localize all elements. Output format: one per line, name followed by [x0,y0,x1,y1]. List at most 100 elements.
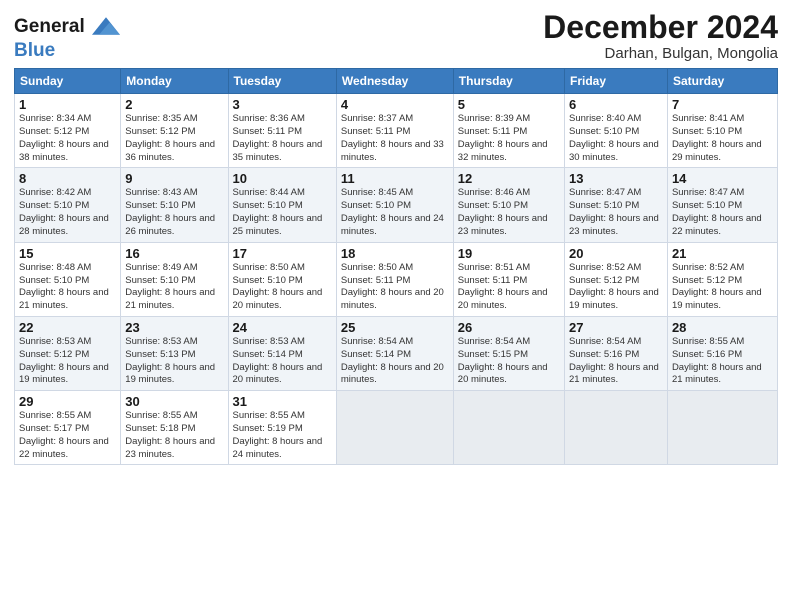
sunset-label: Sunset: 5:10 PM [125,275,195,286]
calendar-cell [565,391,668,465]
daylight-label: Daylight: 8 hours and 32 minutes. [458,139,548,163]
sunrise-label: Sunrise: 8:50 AM [233,262,305,273]
day-number: 31 [233,394,332,409]
day-info: Sunrise: 8:41 AM Sunset: 5:10 PM Dayligh… [672,113,773,164]
header: General Blue December 2024 Darhan, Bulga… [14,10,778,62]
month-title: December 2024 [543,10,778,45]
calendar-cell: 15 Sunrise: 8:48 AM Sunset: 5:10 PM Dayl… [15,242,121,316]
calendar-cell: 1 Sunrise: 8:34 AM Sunset: 5:12 PM Dayli… [15,94,121,168]
calendar-cell: 27 Sunrise: 8:54 AM Sunset: 5:16 PM Dayl… [565,316,668,390]
sunrise-label: Sunrise: 8:48 AM [19,262,91,273]
sunset-label: Sunset: 5:11 PM [458,126,528,137]
day-info: Sunrise: 8:45 AM Sunset: 5:10 PM Dayligh… [341,187,449,238]
sunrise-label: Sunrise: 8:44 AM [233,187,305,198]
calendar-cell: 2 Sunrise: 8:35 AM Sunset: 5:12 PM Dayli… [121,94,228,168]
sunrise-label: Sunrise: 8:52 AM [672,262,744,273]
daylight-label: Daylight: 8 hours and 22 minutes. [19,436,109,460]
day-number: 6 [569,97,663,112]
day-info: Sunrise: 8:37 AM Sunset: 5:11 PM Dayligh… [341,113,449,164]
sunrise-label: Sunrise: 8:55 AM [672,336,744,347]
daylight-label: Daylight: 8 hours and 26 minutes. [125,213,215,237]
day-number: 24 [233,320,332,335]
sunrise-label: Sunrise: 8:53 AM [233,336,305,347]
sunrise-label: Sunrise: 8:39 AM [458,113,530,124]
day-number: 21 [672,246,773,261]
day-info: Sunrise: 8:50 AM Sunset: 5:10 PM Dayligh… [233,262,332,313]
sunrise-label: Sunrise: 8:41 AM [672,113,744,124]
day-info: Sunrise: 8:54 AM Sunset: 5:14 PM Dayligh… [341,336,449,387]
page-container: General Blue December 2024 Darhan, Bulga… [0,0,792,475]
sunrise-label: Sunrise: 8:54 AM [569,336,641,347]
calendar-cell: 14 Sunrise: 8:47 AM Sunset: 5:10 PM Dayl… [667,168,777,242]
sunset-label: Sunset: 5:19 PM [233,423,303,434]
sunrise-label: Sunrise: 8:36 AM [233,113,305,124]
calendar-cell: 3 Sunrise: 8:36 AM Sunset: 5:11 PM Dayli… [228,94,336,168]
day-number: 7 [672,97,773,112]
day-info: Sunrise: 8:50 AM Sunset: 5:11 PM Dayligh… [341,262,449,313]
day-number: 25 [341,320,449,335]
day-number: 22 [19,320,116,335]
day-info: Sunrise: 8:55 AM Sunset: 5:16 PM Dayligh… [672,336,773,387]
calendar-cell: 5 Sunrise: 8:39 AM Sunset: 5:11 PM Dayli… [453,94,564,168]
sunset-label: Sunset: 5:13 PM [125,349,195,360]
location-subtitle: Darhan, Bulgan, Mongolia [543,45,778,62]
calendar-cell: 24 Sunrise: 8:53 AM Sunset: 5:14 PM Dayl… [228,316,336,390]
sunset-label: Sunset: 5:18 PM [125,423,195,434]
logo: General Blue [14,14,120,62]
calendar-cell: 26 Sunrise: 8:54 AM Sunset: 5:15 PM Dayl… [453,316,564,390]
calendar-cell: 31 Sunrise: 8:55 AM Sunset: 5:19 PM Dayl… [228,391,336,465]
day-number: 30 [125,394,223,409]
sunset-label: Sunset: 5:11 PM [233,126,303,137]
day-number: 19 [458,246,560,261]
sunrise-label: Sunrise: 8:47 AM [569,187,641,198]
daylight-label: Daylight: 8 hours and 24 minutes. [341,213,444,237]
calendar-cell: 10 Sunrise: 8:44 AM Sunset: 5:10 PM Dayl… [228,168,336,242]
daylight-label: Daylight: 8 hours and 20 minutes. [233,362,323,386]
col-tuesday: Tuesday [228,69,336,94]
logo-text: General [14,14,120,40]
daylight-label: Daylight: 8 hours and 23 minutes. [125,436,215,460]
day-info: Sunrise: 8:53 AM Sunset: 5:12 PM Dayligh… [19,336,116,387]
daylight-label: Daylight: 8 hours and 20 minutes. [341,362,444,386]
title-block: December 2024 Darhan, Bulgan, Mongolia [543,10,778,62]
sunset-label: Sunset: 5:14 PM [341,349,411,360]
calendar-cell: 20 Sunrise: 8:52 AM Sunset: 5:12 PM Dayl… [565,242,668,316]
sunrise-label: Sunrise: 8:52 AM [569,262,641,273]
sunset-label: Sunset: 5:10 PM [672,126,742,137]
calendar-cell: 23 Sunrise: 8:53 AM Sunset: 5:13 PM Dayl… [121,316,228,390]
sunset-label: Sunset: 5:11 PM [458,275,528,286]
sunrise-label: Sunrise: 8:45 AM [341,187,413,198]
day-info: Sunrise: 8:46 AM Sunset: 5:10 PM Dayligh… [458,187,560,238]
sunrise-label: Sunrise: 8:53 AM [19,336,91,347]
sunrise-label: Sunrise: 8:49 AM [125,262,197,273]
sunset-label: Sunset: 5:10 PM [672,200,742,211]
calendar-cell: 22 Sunrise: 8:53 AM Sunset: 5:12 PM Dayl… [15,316,121,390]
daylight-label: Daylight: 8 hours and 19 minutes. [672,287,762,311]
day-info: Sunrise: 8:52 AM Sunset: 5:12 PM Dayligh… [569,262,663,313]
calendar-cell: 17 Sunrise: 8:50 AM Sunset: 5:10 PM Dayl… [228,242,336,316]
calendar-cell [453,391,564,465]
calendar-table: Sunday Monday Tuesday Wednesday Thursday… [14,68,778,465]
daylight-label: Daylight: 8 hours and 28 minutes. [19,213,109,237]
sunset-label: Sunset: 5:11 PM [341,275,411,286]
col-wednesday: Wednesday [336,69,453,94]
col-saturday: Saturday [667,69,777,94]
sunset-label: Sunset: 5:12 PM [19,349,89,360]
day-info: Sunrise: 8:51 AM Sunset: 5:11 PM Dayligh… [458,262,560,313]
calendar-cell: 7 Sunrise: 8:41 AM Sunset: 5:10 PM Dayli… [667,94,777,168]
sunset-label: Sunset: 5:12 PM [672,275,742,286]
day-info: Sunrise: 8:44 AM Sunset: 5:10 PM Dayligh… [233,187,332,238]
daylight-label: Daylight: 8 hours and 24 minutes. [233,436,323,460]
calendar-cell: 16 Sunrise: 8:49 AM Sunset: 5:10 PM Dayl… [121,242,228,316]
sunset-label: Sunset: 5:10 PM [19,275,89,286]
day-number: 27 [569,320,663,335]
calendar-cell: 18 Sunrise: 8:50 AM Sunset: 5:11 PM Dayl… [336,242,453,316]
daylight-label: Daylight: 8 hours and 30 minutes. [569,139,659,163]
day-info: Sunrise: 8:53 AM Sunset: 5:14 PM Dayligh… [233,336,332,387]
sunrise-label: Sunrise: 8:55 AM [125,410,197,421]
day-number: 26 [458,320,560,335]
col-thursday: Thursday [453,69,564,94]
sunrise-label: Sunrise: 8:54 AM [458,336,530,347]
sunrise-label: Sunrise: 8:42 AM [19,187,91,198]
day-number: 16 [125,246,223,261]
